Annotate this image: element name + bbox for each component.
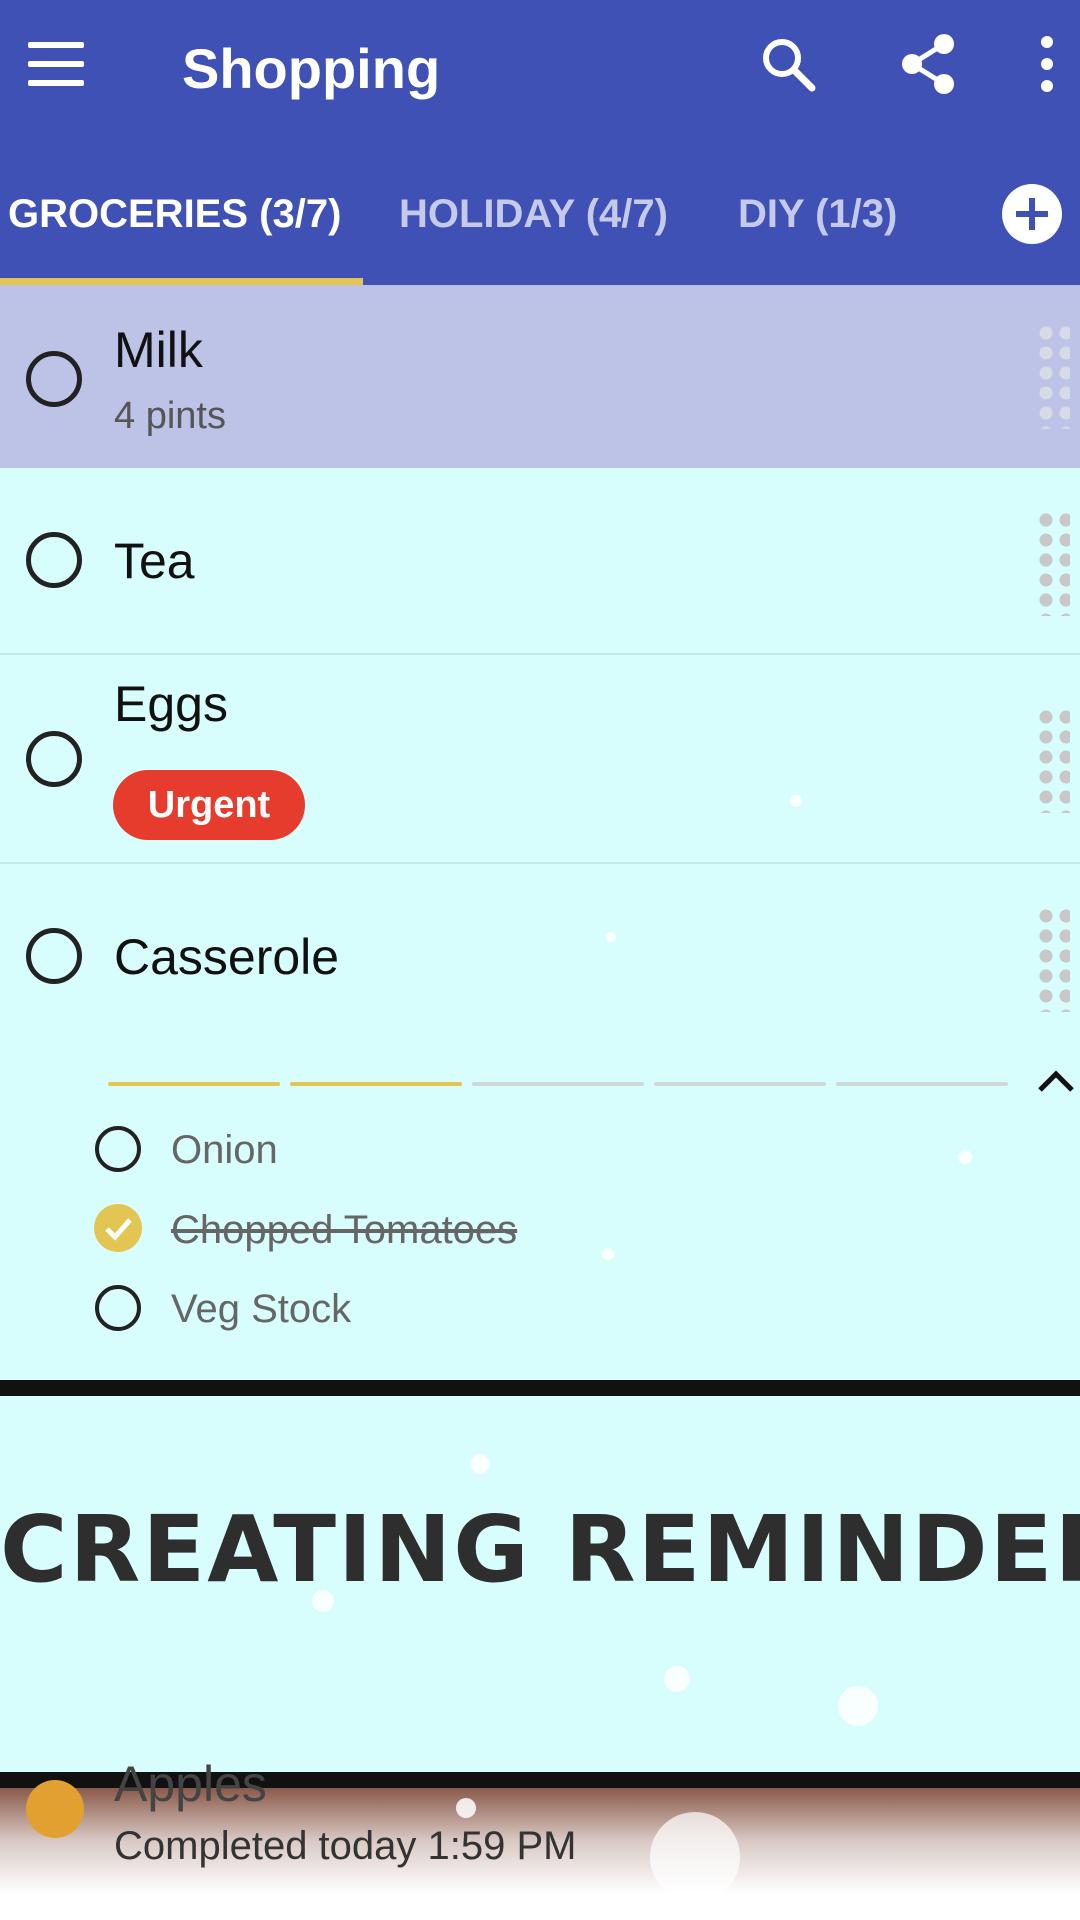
subitem-checkbox[interactable] [95, 1285, 141, 1331]
completed-item-title: Apples [114, 1756, 267, 1812]
progress-segment [836, 1082, 1008, 1086]
sparkle [958, 1150, 972, 1164]
more-vert-icon[interactable] [1036, 36, 1060, 92]
sparkle [838, 1686, 878, 1726]
sparkle [650, 1812, 740, 1902]
sparkle [790, 795, 802, 807]
item-title: Tea [114, 533, 195, 589]
tab-holiday[interactable]: HOLIDAY (4/7) [399, 192, 668, 237]
sparkle [606, 932, 616, 942]
check-icon [105, 1218, 132, 1241]
item-checkbox[interactable] [26, 351, 82, 407]
sparkle [470, 1454, 490, 1474]
item-title: Casserole [114, 929, 340, 985]
sparkle [602, 1248, 614, 1260]
item-subtitle: 4 pints [114, 395, 226, 437]
progress-segment [654, 1082, 826, 1086]
sparkle [664, 1666, 690, 1692]
subitem-label: Onion [171, 1128, 278, 1172]
completed-check-icon[interactable] [26, 1780, 84, 1838]
search-icon[interactable] [758, 34, 818, 94]
tab-diy[interactable]: DIY (1/3) [738, 192, 897, 237]
drag-handle-icon[interactable] [1036, 510, 1070, 616]
subitem-checked-icon[interactable] [94, 1204, 142, 1252]
drag-handle-icon[interactable] [1036, 323, 1070, 429]
list-item[interactable]: Milk 4 pints [0, 285, 1080, 468]
subitem-label: Chopped Tomatoes [171, 1208, 518, 1252]
app-bar: Shopping GROCERIES (3/7) HOLIDAY (4/7) D… [0, 0, 1080, 285]
item-checkbox[interactable] [26, 731, 82, 787]
progress-segment [108, 1082, 280, 1086]
tab-indicator [0, 278, 363, 285]
drag-handle-icon[interactable] [1036, 707, 1070, 813]
sparkle [312, 1590, 334, 1612]
menu-icon[interactable] [28, 42, 84, 86]
overlay-caption: CREATING REMINDER [0, 1496, 1080, 1603]
subitem-checkbox[interactable] [95, 1126, 141, 1172]
item-title: Eggs [114, 676, 228, 732]
subitem-label: Veg Stock [171, 1287, 352, 1331]
share-icon[interactable] [898, 32, 958, 96]
list-item[interactable]: Casserole [0, 864, 1080, 1384]
urgent-badge: Urgent [113, 770, 305, 840]
tab-groceries[interactable]: GROCERIES (3/7) [8, 192, 341, 237]
app-title: Shopping [182, 37, 441, 100]
list-item[interactable]: Tea [0, 468, 1080, 655]
progress-segment [290, 1082, 462, 1086]
chevron-up-icon[interactable] [1036, 1066, 1076, 1096]
progress-segment [472, 1082, 644, 1086]
completed-item-subtitle: Completed today 1:59 PM [114, 1824, 577, 1868]
sparkle [456, 1798, 476, 1818]
item-checkbox[interactable] [26, 532, 82, 588]
item-checkbox[interactable] [26, 928, 82, 984]
drag-handle-icon[interactable] [1036, 906, 1070, 1012]
item-title: Milk [114, 322, 203, 378]
add-list-button[interactable] [1002, 184, 1062, 244]
